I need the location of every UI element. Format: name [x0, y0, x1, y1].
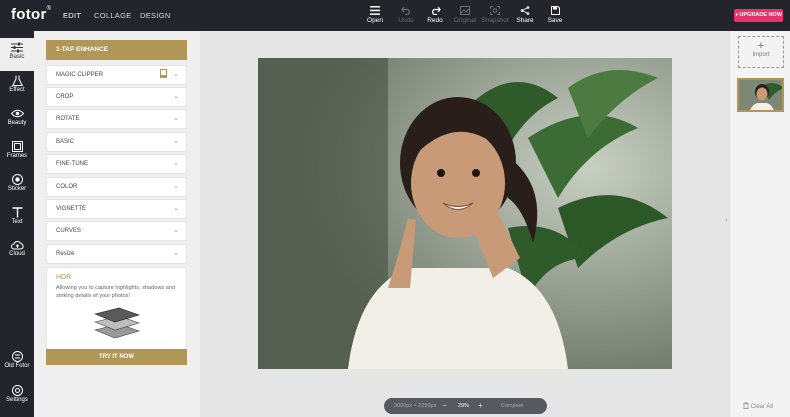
chevron-down-icon: ⌄	[173, 183, 179, 190]
cloud-icon	[10, 241, 24, 250]
sidebar-item-old-fotor[interactable]: Old Fotor	[0, 347, 34, 380]
open-button[interactable]: Open	[360, 6, 390, 24]
chevron-down-icon: ⌄	[173, 93, 179, 100]
accordion-basic[interactable]: BASIC ⌄	[46, 132, 187, 152]
trash-icon	[743, 402, 749, 409]
sidebar-item-sticker[interactable]: Sticker	[0, 170, 34, 203]
upgrade-now-button[interactable]: ♦ UPGRADE NOW	[734, 9, 783, 22]
accordion-vignette[interactable]: VIGNETTE ⌄	[46, 199, 187, 219]
sidebar-item-settings[interactable]: Settings	[0, 381, 34, 414]
old-fotor-icon	[11, 351, 23, 362]
chevron-down-icon: ⌄	[173, 138, 179, 145]
accordion-magic-clipper[interactable]: MAGIC CLIPPER ⌄	[46, 65, 187, 85]
save-button[interactable]: Save	[540, 6, 570, 24]
premium-bookmark-icon	[160, 69, 167, 78]
canvas-area: › 3000px × 2250px − 29% + Compare	[200, 31, 729, 417]
chevron-down-icon: ⌄	[173, 205, 179, 212]
basic-edit-panel: 1-TAP ENHANCE MAGIC CLIPPER ⌄ CROP ⌄ ROT…	[34, 31, 200, 417]
accordion-crop[interactable]: CROP ⌄	[46, 87, 187, 107]
share-button[interactable]: Share	[510, 6, 540, 24]
nav-design[interactable]: DESIGN	[140, 11, 171, 20]
sidebar-item-text[interactable]: Text	[0, 203, 34, 236]
chevron-down-icon: ⌄	[173, 160, 179, 167]
left-sidebar: Basic Effect Beauty Frames Sticker Text …	[0, 31, 34, 417]
sidebar-item-cloud[interactable]: Cloud	[0, 236, 34, 269]
right-panel: + Import Clear All	[729, 31, 790, 417]
redo-button[interactable]: Redo	[420, 6, 450, 24]
zoom-level: 29%	[458, 403, 470, 409]
chevron-down-icon: ⌄	[173, 250, 179, 257]
accordion-curves[interactable]: CURVES ⌄	[46, 221, 187, 241]
chevron-down-icon: ⌄	[173, 71, 179, 78]
hdr-description: Allowing you to capture highlights, shad…	[56, 285, 176, 299]
eye-icon	[10, 109, 24, 118]
sticker-icon	[11, 174, 23, 185]
accordion-resize[interactable]: Resize ⌄	[46, 244, 187, 264]
snapshot-icon	[490, 6, 500, 15]
nav-edit[interactable]: EDIT	[63, 11, 81, 20]
import-button[interactable]: + Import	[738, 36, 784, 68]
chevron-down-icon: ⌄	[173, 115, 179, 122]
original-button[interactable]: Original	[450, 6, 480, 24]
zoom-in-button[interactable]: +	[478, 398, 483, 414]
flask-icon	[11, 75, 23, 86]
accordion-fine-tune[interactable]: FINE-TUNE ⌄	[46, 154, 187, 174]
photo-thumbnail[interactable]	[737, 78, 784, 112]
accordion-color[interactable]: COLOR ⌄	[46, 177, 187, 197]
sidebar-item-frames[interactable]: Frames	[0, 137, 34, 170]
text-icon	[12, 207, 22, 218]
sidebar-item-beauty[interactable]: Beauty	[0, 104, 34, 137]
sidebar-item-basic[interactable]: Basic	[0, 38, 34, 71]
settings-icon	[11, 385, 23, 396]
zoom-status-bar: 3000px × 2250px − 29% + Compare	[384, 398, 547, 414]
clear-all-button[interactable]: Clear All	[743, 402, 773, 410]
top-bar: fotor® EDIT COLLAGE DESIGN Open Undo Red…	[0, 0, 790, 31]
original-icon	[460, 6, 470, 15]
one-tap-enhance-button[interactable]: 1-TAP ENHANCE	[46, 40, 187, 60]
undo-icon	[400, 6, 410, 15]
plus-icon: +	[757, 40, 765, 52]
menu-icon	[370, 6, 380, 15]
image-size-text: 3000px × 2250px	[394, 403, 437, 409]
undo-button[interactable]: Undo	[391, 6, 421, 24]
redo-icon	[431, 6, 441, 15]
fotor-logo[interactable]: fotor®	[11, 6, 51, 23]
zoom-out-button[interactable]: −	[442, 398, 447, 414]
snapshot-button[interactable]: Snapshot	[480, 6, 510, 24]
nav-collage[interactable]: COLLAGE	[94, 11, 132, 20]
save-icon	[550, 6, 560, 15]
chevron-down-icon: ⌄	[173, 227, 179, 234]
edited-photo	[258, 58, 672, 369]
share-icon	[520, 6, 530, 15]
accordion-rotate[interactable]: ROTATE ⌄	[46, 109, 187, 129]
frame-icon	[11, 141, 23, 152]
hdr-title: HDR	[56, 274, 72, 281]
compare-button[interactable]: Compare	[501, 398, 524, 414]
layers-illustration	[94, 307, 140, 339]
try-it-now-button[interactable]: TRY IT NOW	[46, 349, 187, 365]
sliders-icon	[11, 42, 23, 53]
sidebar-item-effect[interactable]: Effect	[0, 71, 34, 104]
